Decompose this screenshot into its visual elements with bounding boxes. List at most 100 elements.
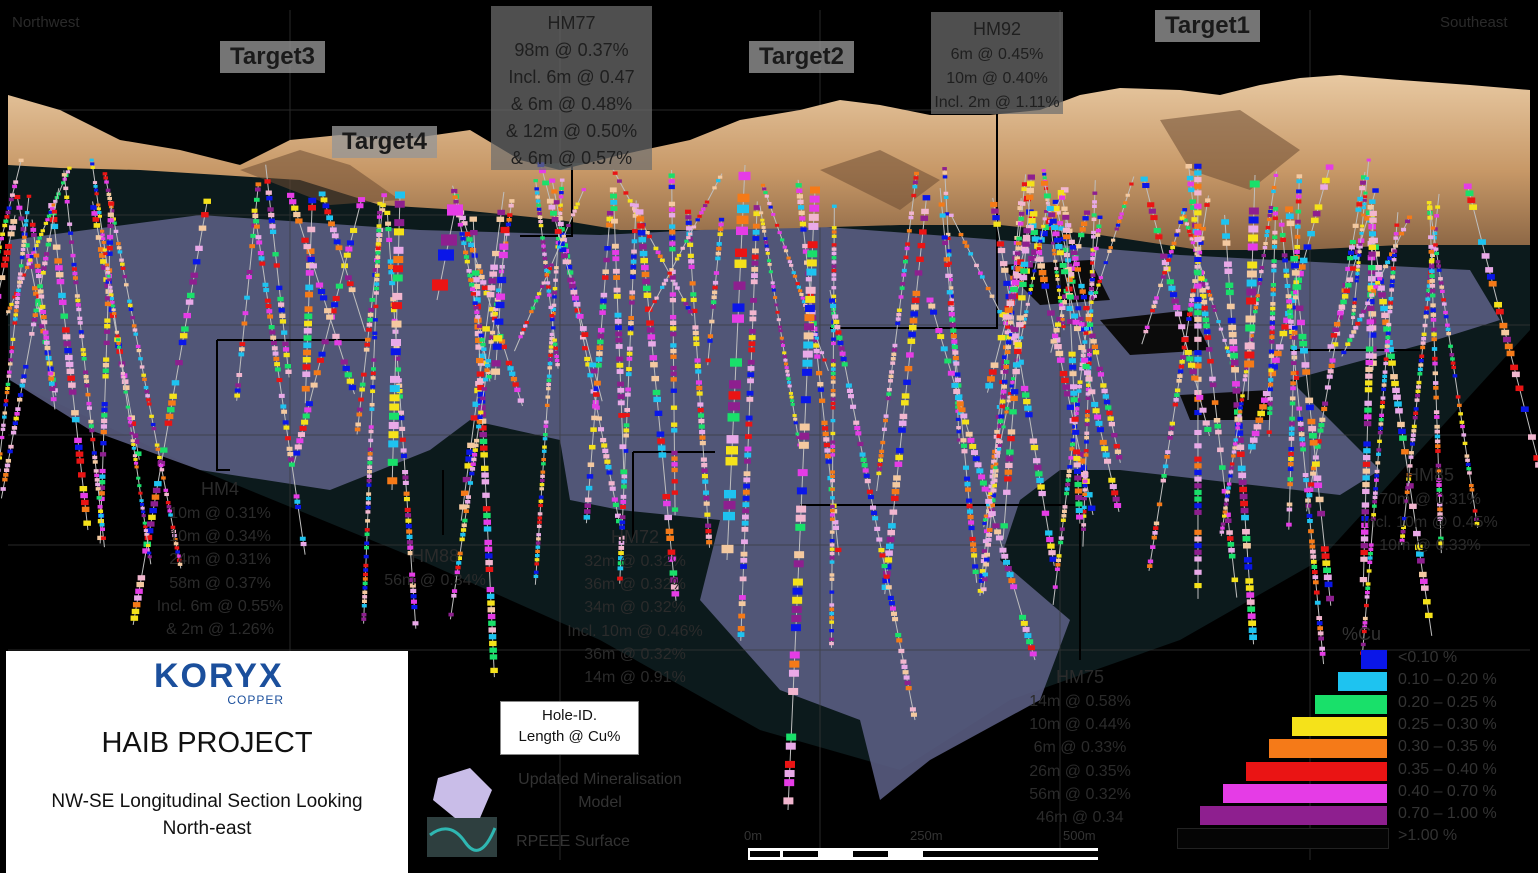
assay-interval xyxy=(350,228,358,233)
assay-interval xyxy=(404,507,411,512)
assay-interval xyxy=(762,229,767,233)
assay-interval xyxy=(1393,394,1401,400)
assay-interval xyxy=(129,431,134,435)
assay-interval xyxy=(0,236,4,241)
assay-interval xyxy=(1245,585,1254,591)
assay-interval xyxy=(970,542,977,547)
assay-interval xyxy=(1287,309,1293,314)
assay-interval xyxy=(905,242,911,246)
assay-interval xyxy=(611,497,618,502)
assay-interval xyxy=(1235,426,1240,430)
assay-interval xyxy=(1465,190,1474,197)
assay-interval xyxy=(282,420,289,425)
assay-interval xyxy=(481,472,489,478)
assay-interval xyxy=(1058,540,1064,545)
assay-interval xyxy=(984,552,991,557)
assay-interval xyxy=(876,471,882,476)
assay-interval xyxy=(1010,380,1015,384)
assay-interval xyxy=(1152,300,1158,304)
assay-interval xyxy=(71,267,77,271)
assay-interval xyxy=(146,402,152,406)
assay-interval xyxy=(3,473,9,477)
assay-interval xyxy=(1077,384,1082,389)
assay-interval xyxy=(399,426,406,431)
assay-interval xyxy=(1194,336,1202,342)
assay-interval xyxy=(1022,627,1030,632)
assay-interval xyxy=(896,312,902,317)
assay-interval xyxy=(16,288,21,292)
assay-interval xyxy=(367,456,373,461)
assay-interval xyxy=(606,470,613,475)
assay-interval xyxy=(474,310,480,315)
assay-interval xyxy=(990,201,998,208)
assay-interval xyxy=(808,213,819,221)
assay-interval xyxy=(693,336,700,341)
hole-hm72-line-1: 32m @ 0.32% xyxy=(584,553,686,571)
assay-interval xyxy=(701,468,708,473)
assay-interval xyxy=(953,361,960,366)
subtitle-line-1: NW-SE Longitudinal Section Looking xyxy=(51,791,363,812)
assay-interval xyxy=(619,444,627,450)
assay-interval xyxy=(830,474,835,479)
assay-interval xyxy=(9,350,14,354)
assay-interval xyxy=(1349,239,1356,245)
assay-interval xyxy=(460,490,469,496)
assay-interval xyxy=(1431,332,1437,337)
assay-interval xyxy=(1295,194,1302,199)
assay-interval xyxy=(1289,426,1295,431)
assay-interval xyxy=(1096,224,1102,228)
assay-interval xyxy=(735,248,747,257)
assay-interval xyxy=(1018,295,1026,301)
assay-interval xyxy=(134,465,139,469)
assay-interval xyxy=(816,370,823,376)
assay-interval xyxy=(829,539,835,543)
assay-interval xyxy=(950,328,957,333)
assay-interval xyxy=(281,409,288,414)
assay-interval xyxy=(641,264,649,271)
assay-interval xyxy=(572,295,579,301)
assay-interval xyxy=(602,269,609,274)
assay-interval xyxy=(891,348,897,352)
assay-interval xyxy=(1425,293,1431,297)
assay-interval xyxy=(101,240,106,244)
assay-interval xyxy=(1363,421,1372,427)
assay-interval xyxy=(669,230,676,235)
assay-interval xyxy=(1074,475,1082,481)
callout-hm92-line-2: 10m @ 0.40% xyxy=(946,70,1048,87)
assay-interval xyxy=(716,179,721,183)
assay-interval xyxy=(95,482,101,487)
assay-interval xyxy=(763,240,769,244)
assay-interval xyxy=(960,413,968,419)
assay-interval xyxy=(1060,314,1065,318)
assay-interval xyxy=(105,188,111,192)
assay-interval xyxy=(93,223,101,228)
assay-interval xyxy=(60,313,69,319)
assay-interval xyxy=(637,230,646,236)
assay-interval xyxy=(164,420,173,426)
assay-interval xyxy=(13,416,19,421)
assay-interval xyxy=(548,345,554,349)
direction-southeast: Southeast xyxy=(1440,14,1508,31)
assay-interval xyxy=(614,312,622,318)
assay-interval xyxy=(944,262,951,267)
assay-interval xyxy=(914,171,919,176)
assay-interval xyxy=(785,369,790,373)
assay-interval xyxy=(774,223,780,227)
assay-interval xyxy=(625,372,632,377)
assay-interval xyxy=(499,243,509,250)
assay-interval xyxy=(954,372,961,377)
assay-interval xyxy=(1091,230,1096,235)
assay-interval xyxy=(269,330,276,335)
assay-interval xyxy=(686,236,691,240)
assay-interval xyxy=(864,479,871,484)
assay-interval xyxy=(62,334,71,340)
assay-interval xyxy=(1434,429,1440,434)
assay-interval xyxy=(1006,449,1014,455)
assay-interval xyxy=(103,252,108,256)
assay-interval xyxy=(346,240,354,246)
assay-interval xyxy=(831,273,837,277)
assay-interval xyxy=(799,423,810,431)
assay-interval xyxy=(1455,395,1461,399)
callout-hm77-line-1: 98m @ 0.37% xyxy=(514,40,629,60)
assay-interval xyxy=(1432,371,1439,376)
